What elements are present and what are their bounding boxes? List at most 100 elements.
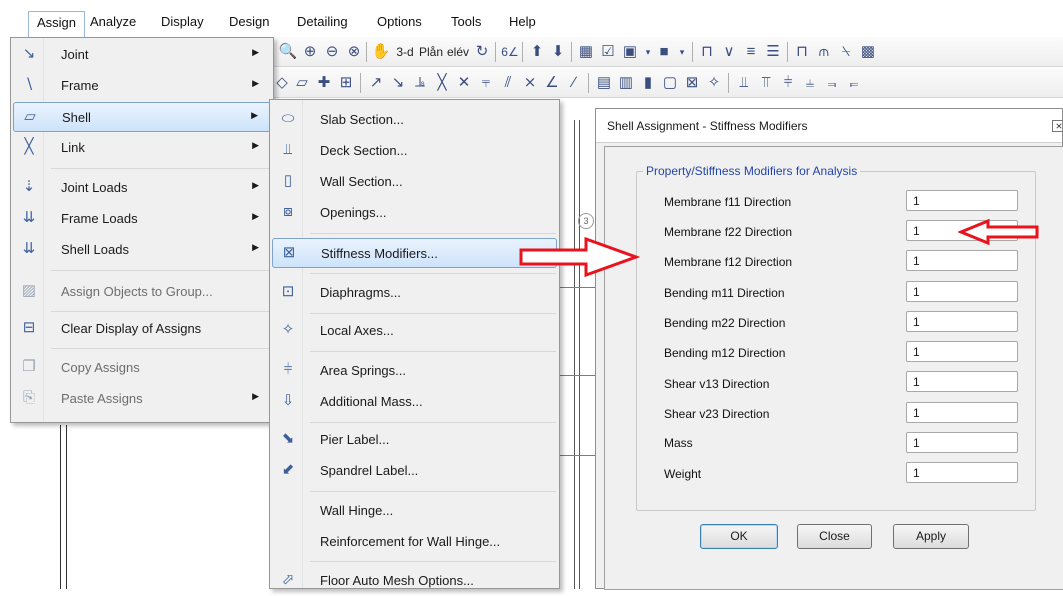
menu-tools[interactable]: Tools — [451, 14, 481, 29]
snap-grid-icon[interactable]: ⊞ — [336, 73, 356, 93]
menu-analyze[interactable]: Analyze — [90, 14, 136, 29]
menu-item-openings[interactable]: ⧇ Openings... — [272, 198, 557, 228]
close-button[interactable]: Close — [797, 524, 872, 549]
springs-icon[interactable]: ⫩ — [778, 73, 798, 93]
brace-draw-icon[interactable]: ∨ — [719, 42, 739, 62]
snap-intersect-icon[interactable]: ╳ — [432, 73, 452, 93]
bending-m12-input[interactable]: 1 — [906, 341, 1018, 362]
dropdown-arrow-icon[interactable]: ▾ — [672, 42, 692, 62]
frame-draw-icon[interactable]: ⊓ — [697, 42, 717, 62]
section-icon[interactable]: ▤ — [594, 73, 614, 93]
elevation-view-button[interactable]: elév — [446, 42, 470, 62]
spring-icon[interactable]: ⫙ — [814, 42, 834, 62]
opening-icon[interactable]: ▢ — [660, 73, 680, 93]
shape-icon[interactable]: ◇ — [272, 73, 292, 93]
menu-item-additional-mass[interactable]: ⇩ Additional Mass... — [272, 387, 557, 417]
load-icon[interactable]: ⫬ — [822, 73, 842, 93]
menu-item-area-springs[interactable]: ⫩ Area Springs... — [272, 356, 557, 386]
membrane-f12-input[interactable]: 1 — [906, 250, 1018, 271]
menu-item-paste-assigns[interactable]: ⎘ Paste Assigns ▶ — [13, 384, 271, 414]
menu-item-floor-auto-mesh-options[interactable]: ⬀ Floor Auto Mesh Options... — [272, 566, 557, 596]
snap-perp-icon[interactable]: ⫡ — [410, 73, 430, 93]
snap-extend-icon[interactable]: ⫧ — [476, 73, 496, 93]
snap-dim-icon[interactable]: ⨯ — [520, 73, 540, 93]
grid-icon[interactable]: ▩ — [858, 42, 878, 62]
menu-item-copy-assigns[interactable]: ❐ Copy Assigns — [13, 353, 271, 383]
bending-m11-input[interactable]: 1 — [906, 281, 1018, 302]
restraint-icon[interactable]: ⊓ — [792, 42, 812, 62]
membrane-f12-label: Membrane f12 Direction — [664, 255, 793, 269]
apply-button[interactable]: Apply — [893, 524, 969, 549]
snap-slash-icon[interactable]: ∕ — [564, 73, 584, 93]
menu-separator — [310, 351, 556, 352]
ok-button[interactable]: OK — [700, 524, 778, 549]
assign-icon[interactable]: ▣ — [620, 42, 640, 62]
mass-input[interactable]: 1 — [906, 432, 1018, 453]
spandrel-icon[interactable]: ⫪ — [756, 73, 776, 93]
membrane-f11-input[interactable]: 1 — [906, 190, 1018, 211]
rotate-view-icon[interactable]: ↻ — [472, 42, 492, 62]
wall-draw-icon[interactable]: ☰ — [763, 42, 783, 62]
menu-item-reinforcement-for-wall-hinge[interactable]: Reinforcement for Wall Hinge... — [272, 527, 557, 557]
menu-item-joint-loads[interactable]: ⇣ Joint Loads ▶ — [13, 173, 271, 203]
plan-view-button[interactable]: Plån — [419, 42, 443, 62]
menu-assign[interactable]: Assign — [28, 11, 86, 37]
menu-options[interactable]: Options — [377, 14, 422, 29]
move-down-icon[interactable]: ⬇ — [548, 42, 568, 62]
menu-item-frame[interactable]: ∖ Frame ▶ — [13, 71, 271, 101]
menu-item-deck-section[interactable]: ⫫ Deck Section... — [272, 136, 557, 166]
menu-item-pier-label[interactable]: ⬊ Pier Label... — [272, 425, 557, 455]
menu-detailing[interactable]: Detailing — [297, 14, 348, 29]
snap-parallel-icon[interactable]: ⫽ — [498, 73, 518, 93]
modifier-icon[interactable]: ⊠ — [682, 73, 702, 93]
zoom-out-icon[interactable]: ⊖ — [322, 42, 342, 62]
mass-icon[interactable]: ⫨ — [800, 73, 820, 93]
menu-item-joint[interactable]: ↘ Joint ▶ — [13, 40, 271, 70]
move-up-icon[interactable]: ⬆ — [527, 42, 547, 62]
menu-design[interactable]: Design — [229, 14, 269, 29]
deck-icon[interactable]: ▥ — [616, 73, 636, 93]
menu-display[interactable]: Display — [161, 14, 204, 29]
snap-end-icon[interactable]: ↗ — [366, 73, 386, 93]
load-area-icon[interactable]: ⫭ — [844, 73, 864, 93]
snap-angle-icon[interactable]: ∠ — [542, 73, 562, 93]
menu-item-link[interactable]: ╳ Link ▶ — [13, 133, 271, 163]
menu-item-wall-hinge[interactable]: Wall Hinge... — [272, 496, 557, 526]
close-icon[interactable]: ⨯ — [1052, 120, 1063, 132]
zoom-previous-icon[interactable]: ⊗ — [344, 42, 364, 62]
menu-item-spandrel-label[interactable]: ⬋ Spandrel Label... — [272, 456, 557, 486]
menu-item-assign-objects-to-group[interactable]: ▨ Assign Objects to Group... — [13, 277, 271, 307]
link-draw-icon[interactable]: ⍀ — [836, 42, 856, 62]
menu-item-diaphragms[interactable]: ⊡ Diaphragms... — [272, 278, 557, 308]
menu-item-wall-section[interactable]: ▯ Wall Section... — [272, 167, 557, 197]
snap-mid-icon[interactable]: ↘ — [388, 73, 408, 93]
snap-point-icon[interactable]: ✚ — [314, 73, 334, 93]
menu-item-frame-loads[interactable]: ⇊ Frame Loads ▶ — [13, 204, 271, 234]
bending-m22-input[interactable]: 1 — [906, 311, 1018, 332]
menu-item-shell[interactable]: ▱ Shell ▶ — [13, 102, 271, 132]
menu-item-local-axes[interactable]: ✧ Local Axes... — [272, 316, 557, 346]
wall-icon[interactable]: ▮ — [638, 73, 658, 93]
select-all-icon[interactable]: ☑ — [598, 42, 618, 62]
pan-icon[interactable]: ✋ — [371, 42, 391, 62]
pier-icon[interactable]: ⫫ — [734, 73, 754, 93]
menu-item-stiffness-modifiers[interactable]: ⊠ Stiffness Modifiers... — [272, 238, 557, 268]
shear-v23-input[interactable]: 1 — [906, 402, 1018, 423]
axes-icon[interactable]: ✧ — [704, 73, 724, 93]
view-3d-button[interactable]: 3-d — [394, 42, 416, 62]
menu-item-clear-display-of-assigns[interactable]: ⊟ Clear Display of Assigns — [13, 314, 271, 344]
weight-input[interactable]: 1 — [906, 462, 1018, 483]
polygon-icon[interactable]: ▱ — [292, 73, 312, 93]
slab-draw-icon[interactable]: ≡ — [741, 42, 761, 62]
perspective-icon[interactable]: 6∠ — [500, 42, 520, 62]
shear-v13-input[interactable]: 1 — [906, 371, 1018, 392]
menu-help[interactable]: Help — [509, 14, 536, 29]
object-icon[interactable]: ■ — [654, 42, 674, 62]
set-display-icon[interactable]: ▦ — [576, 42, 596, 62]
zoom-window-icon[interactable]: 🔍 — [278, 42, 298, 62]
snap-line-icon[interactable]: ✕ — [454, 73, 474, 93]
menu-item-shell-loads[interactable]: ⇊ Shell Loads ▶ — [13, 235, 271, 265]
menu-item-slab-section[interactable]: ⬭ Slab Section... — [272, 105, 557, 135]
menu-item-label: Reinforcement for Wall Hinge... — [320, 534, 501, 549]
zoom-in-icon[interactable]: ⊕ — [300, 42, 320, 62]
